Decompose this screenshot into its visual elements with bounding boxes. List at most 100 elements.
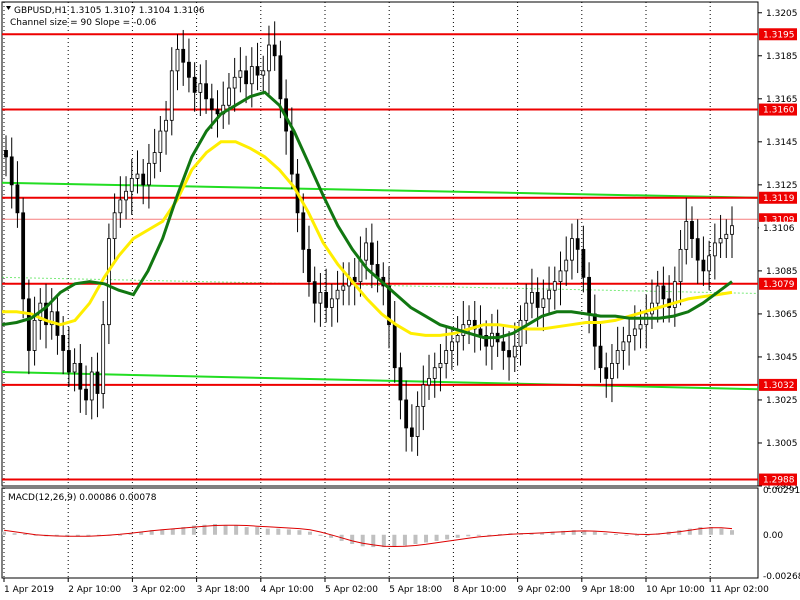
price-tick-label: 1.3205 (766, 9, 798, 19)
candle-body (432, 367, 437, 379)
price-chart: 1.32051.31851.31651.31451.31251.31051.30… (0, 0, 800, 600)
candle-body (106, 238, 111, 326)
candle-body (638, 324, 643, 330)
macd-hist-bar (476, 534, 481, 536)
candle-body (141, 173, 146, 186)
candle-body (192, 76, 197, 93)
price-tick-label: 1.3145 (766, 138, 798, 148)
candle-body (695, 238, 700, 261)
time-tick-label: 10 Apr 10:00 (646, 585, 705, 595)
price-tick-label: 1.3005 (766, 439, 798, 449)
candle-body (89, 371, 94, 401)
candle-body (164, 119, 168, 132)
macd-tick-label: 0.00291 (763, 486, 800, 496)
macd-tick-label: 0.00 (763, 531, 783, 541)
candle-body (490, 332, 494, 347)
candle-body (227, 87, 231, 106)
chart-header-indicator: Channel size = 90 Slope = -0.06 (10, 18, 157, 28)
candle-body (158, 130, 163, 153)
candle-body (467, 319, 471, 326)
candle-body (124, 190, 128, 201)
macd-hist-bar (434, 534, 439, 541)
candle-body (421, 384, 426, 407)
macd-hist-bar (244, 527, 249, 535)
candle-body (238, 70, 243, 78)
macd-hist-bar (613, 534, 618, 535)
candle-body (329, 298, 334, 308)
candle-body (187, 61, 191, 78)
macd-hist-bar (624, 534, 629, 536)
macd-hist-bar (265, 528, 270, 535)
macd-hist-bar (592, 531, 597, 535)
candle-body (312, 281, 317, 304)
candle-body (66, 350, 71, 373)
candle-body (392, 324, 397, 369)
candle-body (449, 341, 454, 351)
candle-body (61, 335, 66, 351)
candle-body (444, 350, 449, 364)
candle-body (632, 328, 637, 336)
candle-body (15, 184, 20, 214)
chart-header-symbol: GBPUSD,H1 1.3105 1.3107 1.3104 1.3106 (14, 6, 205, 16)
candle-body (215, 109, 220, 115)
candle-body (718, 238, 723, 244)
time-tick-label: 3 Apr 02:00 (132, 585, 185, 595)
macd-hist-bar (170, 528, 175, 535)
candle-body (267, 44, 271, 72)
price-tick-label: 1.3125 (766, 181, 798, 191)
candle-body (398, 367, 403, 401)
candle-body (261, 70, 266, 76)
macd-hist-bar (307, 531, 312, 535)
candle-body (335, 289, 340, 300)
candle-body (129, 177, 134, 192)
time-tick-label: 2 Apr 10:00 (68, 585, 121, 595)
macd-hist-bar (360, 534, 365, 547)
macd-hist-bar (455, 534, 460, 538)
macd-hist-bar (677, 530, 682, 535)
macd-hist-bar (12, 533, 17, 535)
macd-hist-bar (350, 534, 355, 544)
candle-body (78, 362, 83, 390)
candle-body (204, 83, 208, 100)
time-tick-label: 9 Apr 02:00 (518, 585, 571, 595)
candle-body (255, 66, 260, 76)
price-tick-label: 1.3065 (766, 310, 798, 320)
price-tick-label: 1.3085 (766, 267, 798, 277)
candle-body (518, 319, 523, 347)
time-tick-label: 8 Apr 10:00 (453, 585, 506, 595)
candle-body (289, 130, 294, 175)
current-price-badge: 1.3106 (763, 224, 795, 234)
macd-hist-bar (424, 534, 429, 543)
macd-hist-bar (392, 534, 397, 547)
macd-tick-label: -0.00268 (763, 572, 800, 582)
candle-body (701, 259, 706, 272)
candle-body (341, 285, 346, 291)
candle-body (152, 152, 157, 164)
candle-body (541, 298, 546, 308)
candle-body (118, 199, 123, 214)
candle-body (209, 98, 214, 110)
candle-body (587, 276, 591, 315)
candle-body (101, 324, 106, 394)
candle-body (324, 291, 329, 308)
candle-body (707, 255, 712, 272)
level-badge: 1.2988 (763, 476, 795, 486)
candle-body (535, 291, 540, 308)
macd-hist-bar (603, 533, 608, 535)
level-badge: 1.3160 (763, 106, 795, 116)
candle-body (112, 212, 117, 240)
candle-body (547, 289, 551, 300)
candle-body (272, 44, 277, 57)
candle-body (552, 281, 557, 291)
price-tick-label: 1.3045 (766, 353, 798, 363)
macd-hist-bar (2, 531, 6, 535)
candle-body (655, 285, 660, 304)
macd-hist-bar (23, 534, 28, 535)
candle-body (369, 242, 374, 265)
candle-body (427, 378, 431, 386)
macd-hist-bar (466, 534, 471, 537)
time-tick-label: 11 Apr 02:00 (710, 585, 769, 595)
candle-body (72, 362, 77, 373)
macd-hist-bar (118, 534, 123, 536)
macd-hist-bar (286, 529, 291, 535)
